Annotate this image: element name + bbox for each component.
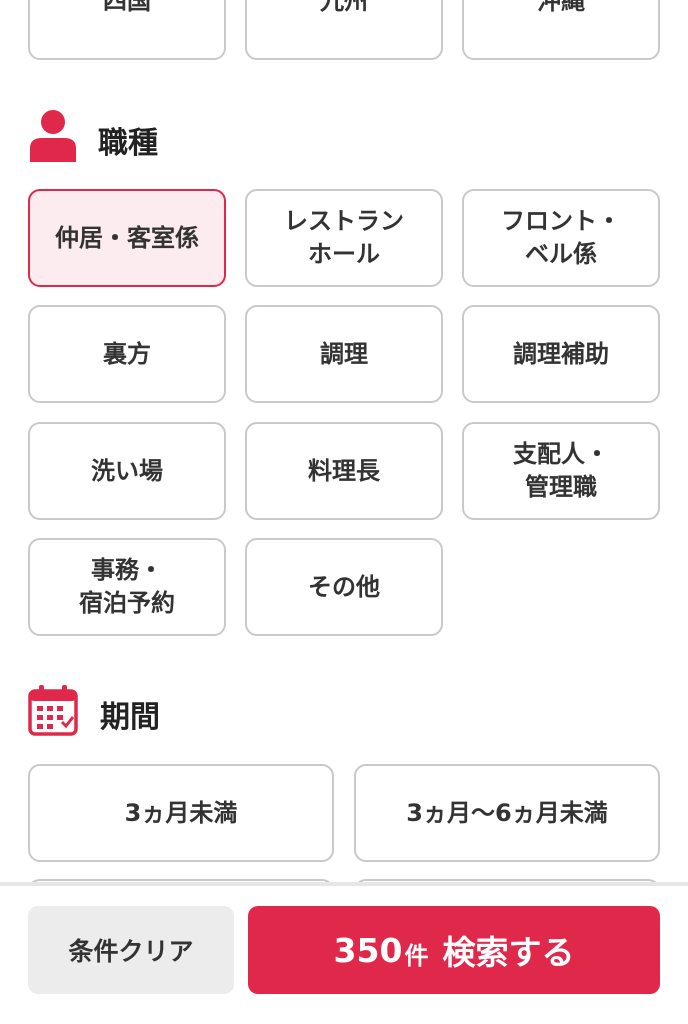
period-chip-label: 3ヵ月未満 — [124, 798, 238, 827]
job-chip-restaurant-hall[interactable]: レストラン ホール — [245, 189, 443, 287]
job-chip-shihainin[interactable]: 支配人・ 管理職 — [462, 422, 660, 520]
job-chip-label: レストラン ホール — [284, 207, 404, 268]
region-chip-okinawa[interactable]: 沖縄 — [462, 0, 660, 60]
search-label: 検索する — [442, 933, 575, 972]
bottom-action-bar: 条件クリア 350 件 検索する — [0, 882, 688, 1024]
period-chip-3-to-6-months[interactable]: 3ヵ月〜6ヵ月未満 — [354, 764, 660, 862]
job-chip-label: 裏方 — [103, 339, 151, 368]
period-chip-label: 3ヵ月〜6ヵ月未満 — [406, 798, 608, 827]
job-chip-chori[interactable]: 調理 — [245, 305, 443, 403]
job-type-title: 職種 — [98, 126, 158, 161]
job-chip-uragata[interactable]: 裏方 — [28, 305, 226, 403]
search-filter-page: 四国 九州 沖縄 職種 仲居・客室係 レストラン ホール フロント・ ベル係 裏… — [0, 0, 688, 1024]
job-chip-label: 洗い場 — [91, 456, 163, 485]
period-heading: 期間 — [28, 685, 160, 740]
job-chip-label: 支配人・ 管理職 — [513, 440, 609, 501]
job-chip-label: 仲居・客室係 — [55, 223, 199, 252]
region-chip-shikoku[interactable]: 四国 — [28, 0, 226, 60]
job-type-heading: 職種 — [30, 110, 158, 166]
region-chip-label: 四国 — [103, 0, 151, 15]
job-chip-jimu[interactable]: 事務・ 宿泊予約 — [28, 538, 226, 636]
period-title: 期間 — [100, 700, 160, 735]
job-chip-chori-hojo[interactable]: 調理補助 — [462, 305, 660, 403]
job-chip-araiba[interactable]: 洗い場 — [28, 422, 226, 520]
job-chip-label: 料理長 — [308, 456, 380, 485]
clear-conditions-button[interactable]: 条件クリア — [28, 906, 234, 994]
job-chip-front-bell[interactable]: フロント・ ベル係 — [462, 189, 660, 287]
job-chip-nakai[interactable]: 仲居・客室係 — [28, 189, 226, 287]
job-chip-sonota[interactable]: その他 — [245, 538, 443, 636]
job-chip-label: 調理 — [320, 339, 368, 368]
region-chip-label: 沖縄 — [537, 0, 585, 15]
job-chip-label: フロント・ ベル係 — [501, 207, 621, 268]
result-count: 350 — [333, 930, 403, 970]
job-chip-label: 調理補助 — [513, 339, 609, 368]
calendar-icon — [28, 684, 78, 744]
search-button[interactable]: 350 件 検索する — [248, 906, 660, 994]
period-chip-under-3-months[interactable]: 3ヵ月未満 — [28, 764, 334, 862]
region-chip-kyushu[interactable]: 九州 — [245, 0, 443, 60]
clear-conditions-label: 条件クリア — [68, 937, 194, 966]
job-chip-label: その他 — [308, 572, 380, 601]
job-chip-ryoricho[interactable]: 料理長 — [245, 422, 443, 520]
region-chip-label: 九州 — [320, 0, 368, 15]
person-icon — [30, 110, 76, 170]
job-chip-label: 事務・ 宿泊予約 — [79, 556, 175, 617]
result-unit: 件 — [404, 941, 429, 970]
